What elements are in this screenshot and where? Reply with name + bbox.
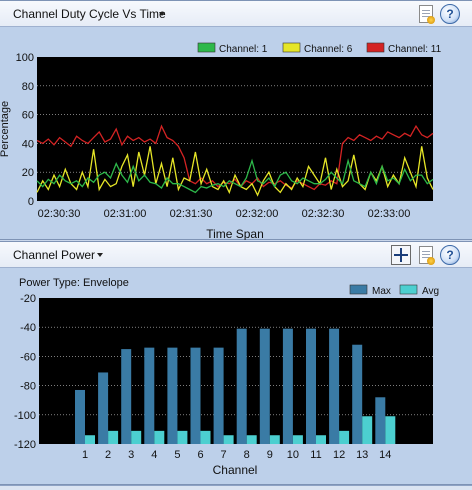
bar-avg (200, 430, 211, 444)
bar-avg (292, 435, 303, 444)
legend-swatch (399, 284, 418, 295)
bar-max (282, 328, 293, 444)
bottom-splitter[interactable] (0, 485, 472, 490)
channel-power-chart: Power Type: Envelope Max Avg -120 -100 -80 -6… (14, 277, 439, 477)
x-tick-label: 6 (197, 449, 203, 461)
duty-cycle-header: Channel Duty Cycle Vs Time ? (0, 1, 472, 27)
legend-swatch (282, 42, 301, 53)
zoom-fit-icon[interactable] (391, 245, 411, 265)
bar-max (98, 372, 109, 444)
channel-power-title: Channel Power (13, 248, 96, 262)
x-tick-label: 2 (105, 449, 111, 461)
power-type-label: Power Type: Envelope (19, 277, 129, 289)
duty-cycle-title: Channel Duty Cycle Vs Time (13, 7, 166, 21)
channel-power-dropdown-icon[interactable] (97, 253, 103, 257)
help-icon[interactable]: ? (440, 4, 460, 24)
y-tick-label: -40 (20, 322, 36, 334)
duty-cycle-dropdown-icon[interactable] (159, 12, 165, 16)
x-tick-label: 02:30:30 (38, 208, 81, 220)
chart-properties-icon[interactable] (419, 246, 435, 265)
bar-max (75, 389, 85, 444)
legend-label: Avg (422, 286, 439, 297)
legend-label: Channel: 11 (388, 44, 442, 55)
bar-avg (131, 430, 142, 444)
bar-max (144, 347, 155, 444)
bar-max (375, 397, 386, 444)
x-tick-label: 12 (333, 449, 345, 461)
x-tick-label: 1 (82, 449, 88, 461)
x-tick-label: 13 (356, 449, 368, 461)
bar-max (121, 349, 132, 444)
bar-avg (85, 435, 95, 444)
x-tick-label: 02:31:00 (104, 208, 147, 220)
legend-label: Channel: 6 (304, 44, 353, 55)
x-tick-label: 8 (244, 449, 250, 461)
x-tick-label: 02:32:00 (236, 208, 279, 220)
y-tick-label: -80 (20, 381, 36, 393)
bar-avg (223, 435, 234, 444)
bar-avg (177, 430, 188, 444)
bar-max (190, 347, 201, 444)
legend-label: Max (372, 286, 391, 297)
x-axis-title: Channel (213, 463, 258, 477)
legend-swatch (366, 42, 385, 53)
x-tick-label: 02:33:00 (368, 208, 411, 220)
bar-max (352, 344, 363, 444)
y-tick-label: -100 (14, 410, 36, 422)
legend-swatch (197, 42, 216, 53)
x-tick-label: 14 (379, 449, 391, 461)
x-tick-label: 4 (151, 449, 157, 461)
y-tick-label: 40 (22, 138, 34, 150)
y-tick-label: -120 (14, 439, 36, 451)
x-tick-label: 9 (267, 449, 273, 461)
x-tick-label: 3 (128, 449, 134, 461)
x-tick-label: 5 (174, 449, 180, 461)
bar-max (329, 328, 340, 444)
x-tick-label: 02:31:30 (170, 208, 213, 220)
y-tick-label: 100 (16, 52, 34, 64)
y-tick-label: -20 (20, 293, 36, 305)
x-tick-label: 02:32:30 (302, 208, 345, 220)
bar-avg (385, 416, 396, 444)
bar-max (236, 328, 247, 444)
x-axis-title: Time Span (206, 227, 264, 240)
y-axis-title: Percentage (0, 101, 11, 157)
y-tick-label: 60 (22, 110, 34, 122)
help-icon[interactable]: ? (440, 245, 460, 265)
y-tick-label: 80 (22, 81, 34, 93)
bar-max (167, 347, 178, 444)
bar-avg (154, 430, 165, 444)
x-tick-label: 10 (287, 449, 299, 461)
x-tick-label: 11 (310, 449, 321, 461)
channel-power-header: Channel Power ? (0, 242, 472, 268)
bar-max (306, 328, 316, 444)
bar-avg (269, 435, 280, 444)
duty-cycle-chart: Channel: 1 Channel: 6 Channel: 11 0 20 40 60 80… (0, 42, 442, 240)
x-tick-label: 7 (221, 449, 227, 461)
bar-avg (316, 435, 326, 444)
y-tick-label: -60 (20, 351, 36, 363)
bar-avg (246, 435, 257, 444)
bar-avg (108, 430, 119, 444)
legend-label: Channel: 1 (219, 44, 268, 55)
bar-avg (339, 430, 350, 444)
legend-swatch (349, 284, 368, 295)
y-tick-label: 20 (22, 167, 34, 179)
bar-avg (362, 416, 373, 444)
bar-max (213, 347, 224, 444)
bar-max (259, 328, 270, 444)
y-tick-label: 0 (28, 196, 34, 208)
chart-properties-icon[interactable] (419, 5, 435, 24)
